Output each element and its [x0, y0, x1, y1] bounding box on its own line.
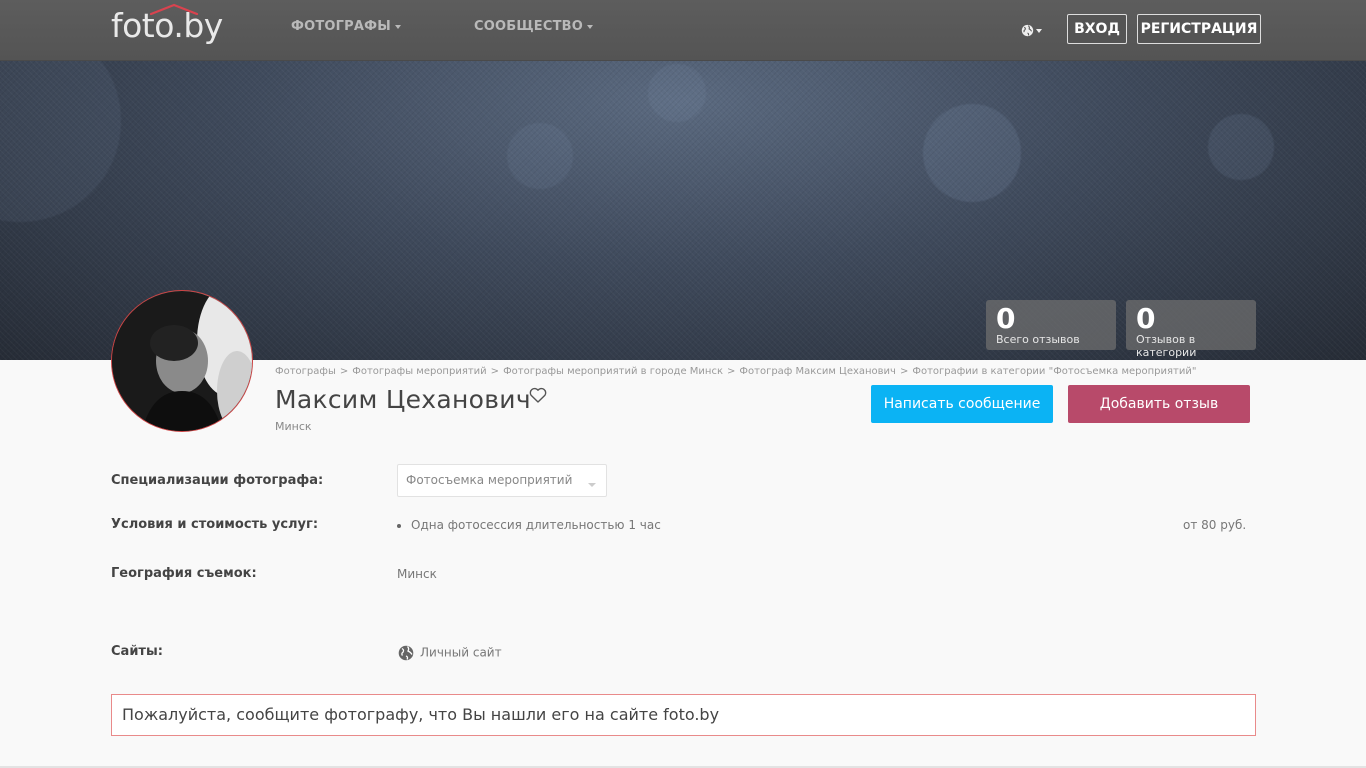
top-navigation-bar: foto.by ФОТОГРАФЫ СООБЩЕСТВО ВХОД РЕГИСТ…: [0, 0, 1366, 61]
login-button[interactable]: ВХОД: [1067, 14, 1127, 44]
geography-value: Минск: [397, 567, 437, 581]
write-message-button[interactable]: Написать сообщение: [871, 385, 1053, 423]
service-name: Одна фотосессия длительностью 1 час: [411, 518, 661, 532]
service-price: от 80 руб.: [1183, 518, 1247, 532]
notice-box: Пожалуйста, сообщите фотографу, что Вы н…: [111, 694, 1256, 736]
personal-site-label: Личный сайт: [420, 645, 502, 660]
services-label: Условия и стоимость услуг:: [111, 517, 319, 532]
globe-icon: [398, 645, 414, 661]
nav-community-label: СООБЩЕСТВО: [474, 19, 584, 34]
chevron-down-icon: [394, 24, 401, 29]
breadcrumb-item[interactable]: Фотографы мероприятий: [352, 366, 486, 377]
stat-total-reviews-label: Всего отзывов: [996, 333, 1080, 346]
specializations-label: Специализации фотографа:: [111, 473, 324, 488]
photographer-city: Минск: [275, 420, 312, 433]
chevron-down-icon: [587, 24, 594, 29]
notice-text: Пожалуйста, сообщите фотографу, что Вы н…: [122, 705, 720, 724]
geography-label: География съемок:: [111, 566, 257, 581]
nav-community-menu[interactable]: СООБЩЕСТВО: [474, 19, 594, 34]
logo-roof-icon: [149, 3, 199, 15]
heart-icon[interactable]: [529, 387, 547, 403]
breadcrumb-item[interactable]: Фотографы: [275, 366, 336, 377]
breadcrumb-separator: >: [490, 366, 500, 377]
breadcrumb-separator: >: [899, 366, 909, 377]
photographer-name: Максим Цеханович: [275, 385, 531, 414]
stat-category-reviews: 0 Отзывов в категории: [1126, 300, 1256, 359]
service-item: Одна фотосессия длительностью 1 час: [397, 518, 661, 532]
specialization-selected-value: Фотосъемка мероприятий: [406, 473, 573, 487]
bullet-icon: [397, 523, 401, 528]
globe-icon: [1021, 24, 1034, 37]
stat-category-reviews-label: Отзывов в категории: [1136, 333, 1197, 359]
breadcrumb-separator: >: [339, 366, 349, 377]
add-review-button[interactable]: Добавить отзыв: [1068, 385, 1250, 423]
chevron-down-icon: [1036, 28, 1042, 33]
stat-total-reviews-value: 0: [996, 302, 1016, 335]
specialization-select[interactable]: Фотосъемка мероприятий: [397, 464, 607, 497]
breadcrumb-item[interactable]: Фотографы мероприятий в городе Минск: [503, 366, 723, 377]
site-logo[interactable]: foto.by: [111, 3, 223, 46]
chevron-down-icon: [588, 483, 596, 487]
register-button[interactable]: РЕГИСТРАЦИЯ: [1137, 14, 1261, 44]
nav-photographers-label: ФОТОГРАФЫ: [291, 19, 391, 34]
sites-label: Сайты:: [111, 644, 163, 659]
stat-category-reviews-value: 0: [1136, 302, 1156, 335]
breadcrumb-item[interactable]: Фотограф Максим Цеханович: [739, 366, 896, 377]
personal-site-link[interactable]: Личный сайт: [398, 645, 502, 661]
breadcrumb-separator: >: [727, 366, 736, 377]
profile-avatar[interactable]: [111, 290, 253, 432]
nav-photographers-menu[interactable]: ФОТОГРАФЫ: [291, 19, 401, 34]
avatar-photo: [112, 291, 252, 431]
language-selector[interactable]: [1021, 20, 1049, 40]
breadcrumb: Фотографы > Фотографы мероприятий > Фотограф…: [275, 366, 1196, 377]
stat-total-reviews: 0 Всего отзывов: [986, 300, 1116, 350]
breadcrumb-item-current: Фотографии в категории "Фотосъемка мероп…: [912, 366, 1197, 377]
